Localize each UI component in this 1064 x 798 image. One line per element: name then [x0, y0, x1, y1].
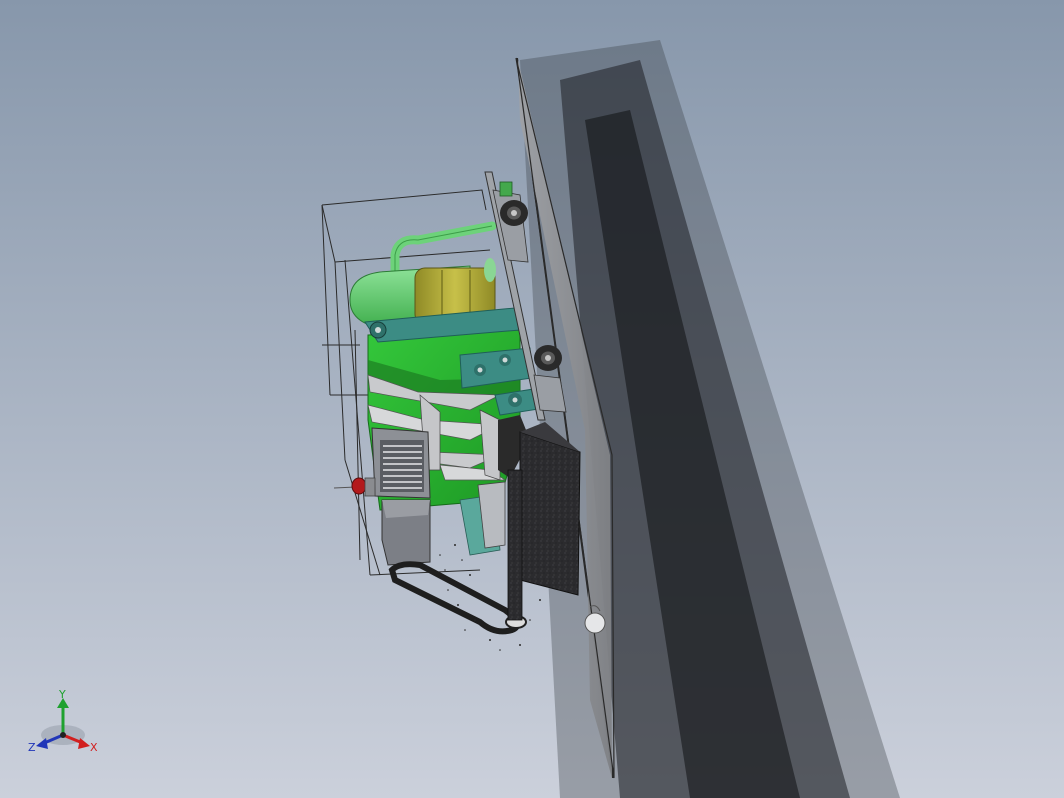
triad-x-label: X: [90, 741, 98, 754]
graphics-viewport[interactable]: Y X Z: [0, 0, 1064, 798]
panel-hole: [584, 612, 606, 634]
lower-wheel: [534, 345, 562, 371]
triad-y-label: Y: [58, 688, 66, 701]
cad-scene[interactable]: Y X Z: [0, 0, 1064, 798]
vented-box[interactable]: [371, 427, 431, 499]
triad-z-label: Z: [28, 741, 36, 754]
upper-wheel: [500, 200, 528, 226]
lower-grey-block[interactable]: [381, 499, 431, 566]
dark-textured-block[interactable]: [519, 422, 581, 596]
